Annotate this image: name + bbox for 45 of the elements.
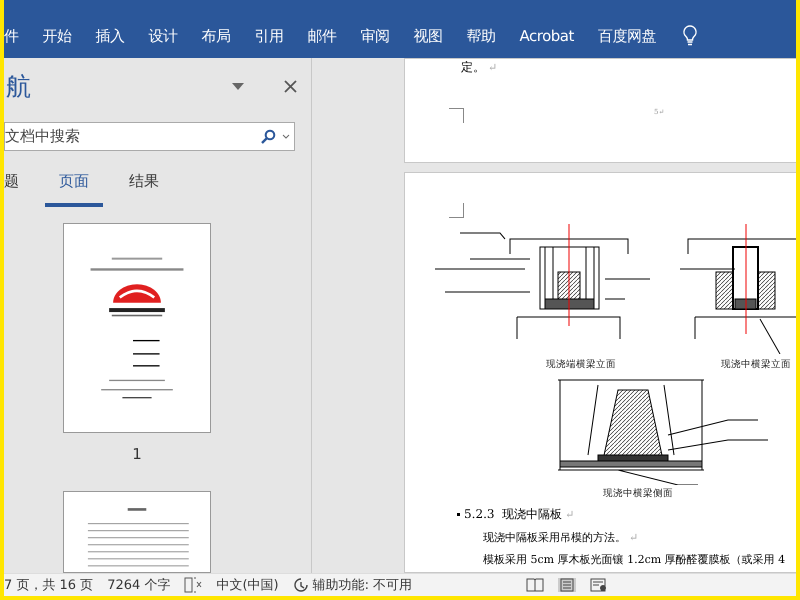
dropdown-icon[interactable]	[232, 83, 244, 90]
ribbon-tab[interactable]: 邮件	[296, 21, 348, 51]
language-indicator[interactable]: 中文(中国)	[216, 576, 279, 594]
figure-caption: 现浇中横梁立面	[721, 358, 791, 371]
figure-caption: 现浇中横梁侧面	[603, 487, 674, 500]
ribbon-tab[interactable]: 帮助	[454, 21, 508, 51]
pane-tab[interactable]: 结果	[115, 168, 173, 207]
page-layout-icon[interactable]	[558, 578, 576, 592]
lightbulb-icon[interactable]	[682, 25, 698, 47]
word-count[interactable]: 7264 个字	[107, 576, 170, 594]
ribbon-tab[interactable]: 开始	[30, 21, 84, 51]
bullet-icon	[457, 513, 460, 516]
page-count[interactable]: 7 页，共 16 页	[4, 576, 94, 594]
ribbon-tab[interactable]: 视图	[402, 21, 454, 51]
margin-corner-icon	[449, 108, 464, 123]
body-text: 定。	[461, 60, 485, 74]
paragraph-mark: ↵	[629, 531, 638, 544]
book-icon[interactable]	[526, 578, 544, 592]
body-text: 模板采用 5cm 厚木板光面镶 1.2cm 厚酚醛覆膜板（或采用 4	[483, 553, 786, 566]
pane-tab[interactable]: 页面	[45, 168, 103, 207]
accessibility-status[interactable]: 辅助功能: 不可用	[312, 576, 412, 594]
paragraph-mark: ↵	[565, 508, 574, 521]
ribbon-tab[interactable]: 百度网盘	[586, 21, 668, 51]
chevron-icon[interactable]	[282, 134, 290, 139]
proofing-icon[interactable]	[184, 577, 202, 593]
search-field[interactable]: 文档中搜索	[4, 122, 295, 151]
ribbon-tab[interactable]: Acrobat	[508, 21, 586, 51]
margin-corner-icon	[449, 203, 464, 218]
figure-caption: 现浇端横梁立面	[546, 358, 616, 371]
page-number: 1	[132, 445, 142, 463]
ribbon-tab[interactable]: 布局	[190, 21, 242, 51]
body-text: 现浇中隔板采用吊模的方法。	[483, 531, 626, 544]
ribbon-tab[interactable]: 件	[4, 21, 30, 51]
ribbon-tab[interactable]: 插入	[84, 21, 136, 51]
accessibility-icon[interactable]	[292, 577, 309, 593]
ribbon-tab[interactable]: 审阅	[348, 21, 402, 51]
ribbon-tab[interactable]: 引用	[242, 21, 296, 51]
close-icon[interactable]	[284, 80, 297, 94]
pane-tab[interactable]: 题	[4, 168, 33, 207]
web-layout-icon[interactable]	[590, 578, 608, 592]
search-icon[interactable]	[261, 128, 276, 144]
paragraph-mark: ↵	[488, 61, 498, 74]
ribbon-tab[interactable]: 设计	[136, 21, 190, 51]
section-heading: 5.2.3 现浇中隔板	[464, 506, 562, 523]
pane-title: 航	[6, 71, 31, 104]
